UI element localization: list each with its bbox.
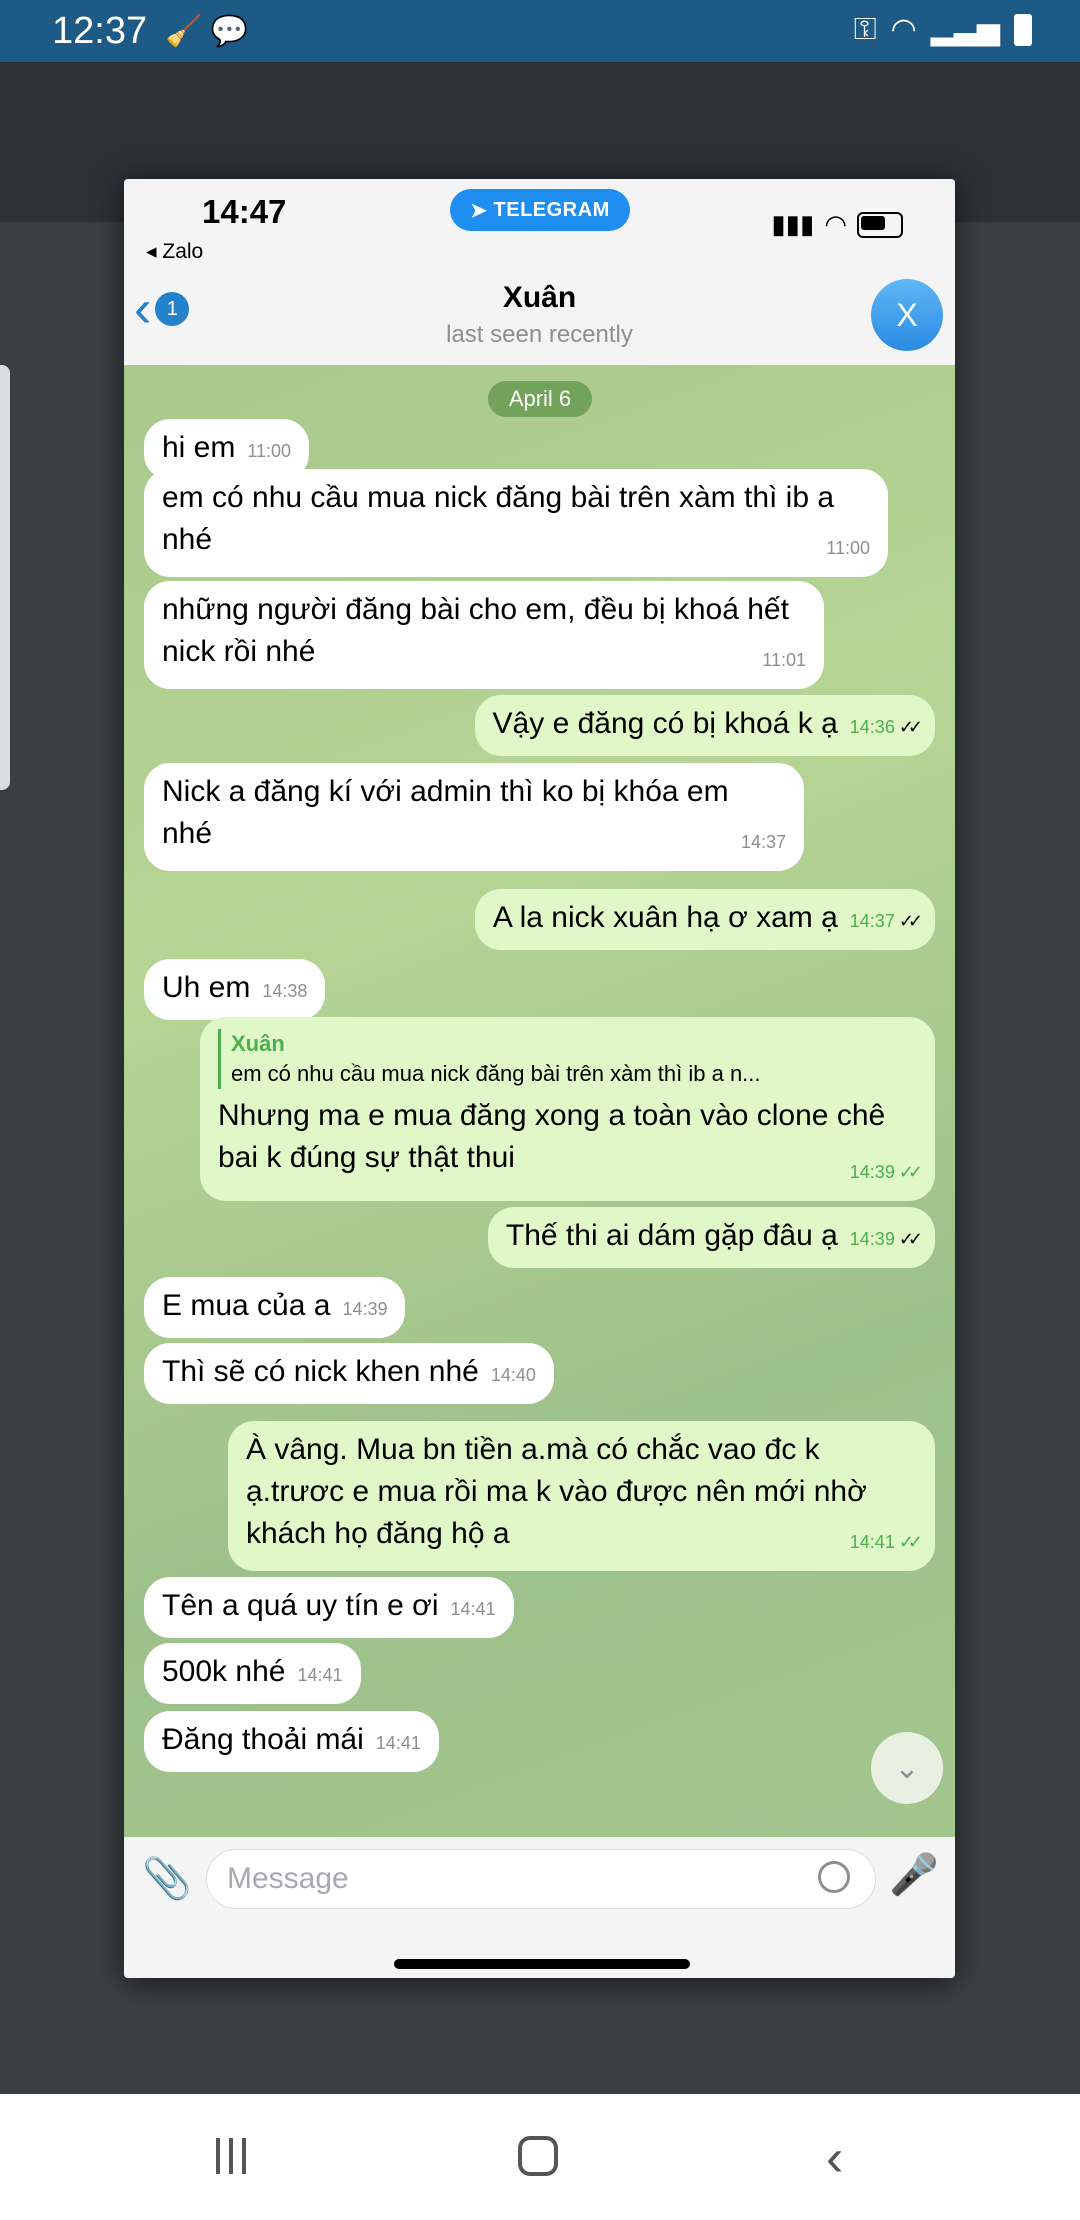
read-checks-icon: ✓✓ [898,717,923,737]
android-clock: 12:37 [52,10,148,52]
message-text: 500k nhé [162,1655,286,1688]
message-bubble[interactable]: Thế thi ai dám gặp đâu ạ 14:39 ✓✓ [487,1207,935,1268]
message-time: 14:39 [342,1299,388,1319]
vpn-key-icon: ⚿ [853,12,877,46]
home-indicator [394,1959,690,1969]
ios-system-icons: ▮▮▮ ◠ [771,209,903,240]
image-viewer-card: 14:47 ◂ Zalo ➤ TELEGRAM ▮▮▮ ◠ ‹ 1 Xuân l… [124,179,955,1978]
message-bubble[interactable]: A la nick xuân hạ ơ xam ạ 14:37 ✓✓ [474,889,935,950]
message-text: A la nick xuân hạ ơ xam ạ [492,901,838,934]
read-checks-icon: ✓✓ [898,1162,923,1182]
message-time: 14:41 [450,1599,496,1619]
telegram-pill-label: TELEGRAM [493,198,610,221]
message-time: 14:41 [849,1532,895,1552]
battery-icon [857,211,903,238]
message-time: 14:39 [849,1229,895,1249]
reply-message-bubble[interactable]: Xuân em có nhu cầu mua nick đăng bài trê… [200,1017,935,1201]
ios-clock: 14:47 [202,193,287,230]
back-nav-button[interactable]: ‹ [826,2128,843,2188]
back-to-zalo[interactable]: ◂ Zalo [146,239,203,264]
avatar[interactable]: X [871,279,943,351]
message-text: Nick a đăng kí với admin thì ko bị khóa … [162,775,729,850]
message-meta: 14:41 ✓✓ [849,1521,923,1563]
message-bubble[interactable]: 500k nhé 14:41 [144,1643,361,1704]
message-bubble[interactable]: Thì sẽ có nick khen nhé 14:40 [144,1343,554,1404]
android-status-bar: 12:37 🧹 💬 ⚿ ◠ ▂▃▅ [0,0,1080,62]
date-separator: April 6 [488,381,592,417]
home-button[interactable] [518,2136,558,2176]
signal-icon: ▂▃▅ [930,13,1000,46]
scroll-to-bottom-button[interactable]: ⌄ [871,1732,943,1804]
read-checks-icon: ✓✓ [898,1532,923,1552]
message-text: Tên a quá uy tín e ơi [162,1589,439,1622]
message-text: Đăng thoải mái [162,1723,364,1756]
composer: 📎 🎤 [124,1837,955,1978]
read-checks-icon: ✓✓ [898,1229,923,1249]
message-bubble[interactable]: Nick a đăng kí với admin thì ko bị khóa … [144,763,804,871]
message-time: 11:01 [762,650,806,670]
message-bubble[interactable]: Vậy e đăng có bị khoá k ạ 14:36 ✓✓ [474,695,935,756]
message-input[interactable] [206,1849,876,1909]
battery-icon [1014,13,1032,46]
message-text: E mua của a [162,1289,331,1322]
reply-text: em có nhu cầu mua nick đăng bài trên xàm… [231,1061,761,1086]
message-time: 14:38 [262,981,308,1001]
edge-panel-handle[interactable] [0,365,10,790]
sticker-icon[interactable] [818,1861,850,1893]
cellular-icon: ▮▮▮ [771,209,815,239]
message-time: 14:39 [849,1162,895,1182]
message-text: Vậy e đăng có bị khoá k ạ [492,707,838,740]
message-time: 11:00 [247,441,292,461]
message-text: hi em [162,431,236,464]
message-meta: 14:39 ✓✓ [849,1151,923,1193]
message-bubble[interactable]: Uh em 14:38 [144,959,326,1020]
message-time: 14:37 [849,911,895,931]
ios-status-bar: 14:47 ◂ Zalo ➤ TELEGRAM ▮▮▮ ◠ [124,179,955,269]
attachment-icon[interactable]: 📎 [142,1855,192,1902]
message-time: 14:40 [490,1365,536,1385]
message-text: Thì sẽ có nick khen nhé [162,1355,479,1388]
message-text: À vâng. Mua bn tiền a.mà có chắc vao đc … [246,1433,867,1550]
telegram-pill[interactable]: ➤ TELEGRAM [450,189,630,231]
message-bubble[interactable]: Tên a quá uy tín e ơi 14:41 [144,1577,514,1638]
message-bubble[interactable]: em có nhu cầu mua nick đăng bài trên xàm… [144,469,888,577]
message-time: 14:41 [297,1665,343,1685]
contact-status: last seen recently [446,321,633,348]
telegram-plane-icon: ➤ [470,199,488,222]
reply-author: Xuân [231,1031,285,1056]
message-time: 11:00 [826,538,870,558]
message-time: 14:41 [375,1733,421,1753]
contact-name[interactable]: Xuân [124,281,955,315]
message-text: những người đăng bài cho em, đều bị khoá… [162,593,789,668]
message-bubble[interactable]: À vâng. Mua bn tiền a.mà có chắc vao đc … [228,1421,935,1571]
message-text: em có nhu cầu mua nick đăng bài trên xàm… [162,481,835,556]
message-time: 14:37 [740,832,786,852]
chevron-down-icon: ⌄ [894,1751,920,1785]
wifi-icon: ◠ [890,13,917,46]
system-icons: ⚿ ◠ ▂▃▅ [854,12,1032,47]
wifi-icon: ◠ [824,209,847,239]
message-bubble[interactable]: những người đăng bài cho em, đều bị khoá… [144,581,824,689]
recent-apps-button[interactable] [216,2138,246,2174]
message-bubble[interactable]: Đăng thoải mái 14:41 [144,1711,439,1772]
message-time: 14:36 [849,717,895,737]
message-list[interactable]: April 6 hi em 11:00 em có nhu cầu mua nic… [124,365,955,1837]
message-bubble[interactable]: E mua của a 14:39 [144,1277,406,1338]
message-text: Nhưng ma e mua đăng xong a toàn vào clon… [218,1099,886,1174]
notification-icons: 🧹 💬 [165,15,249,48]
message-text: Uh em [162,971,251,1004]
read-checks-icon: ✓✓ [898,911,923,931]
microphone-icon[interactable]: 🎤 [889,1851,939,1898]
message-text: Thế thi ai dám gặp đâu ạ [505,1219,838,1252]
reply-quote[interactable]: Xuân em có nhu cầu mua nick đăng bài trê… [218,1029,917,1089]
chat-header: ‹ 1 Xuân last seen recently X [124,269,955,366]
android-nav-bar: ‹ [0,2094,1080,2220]
